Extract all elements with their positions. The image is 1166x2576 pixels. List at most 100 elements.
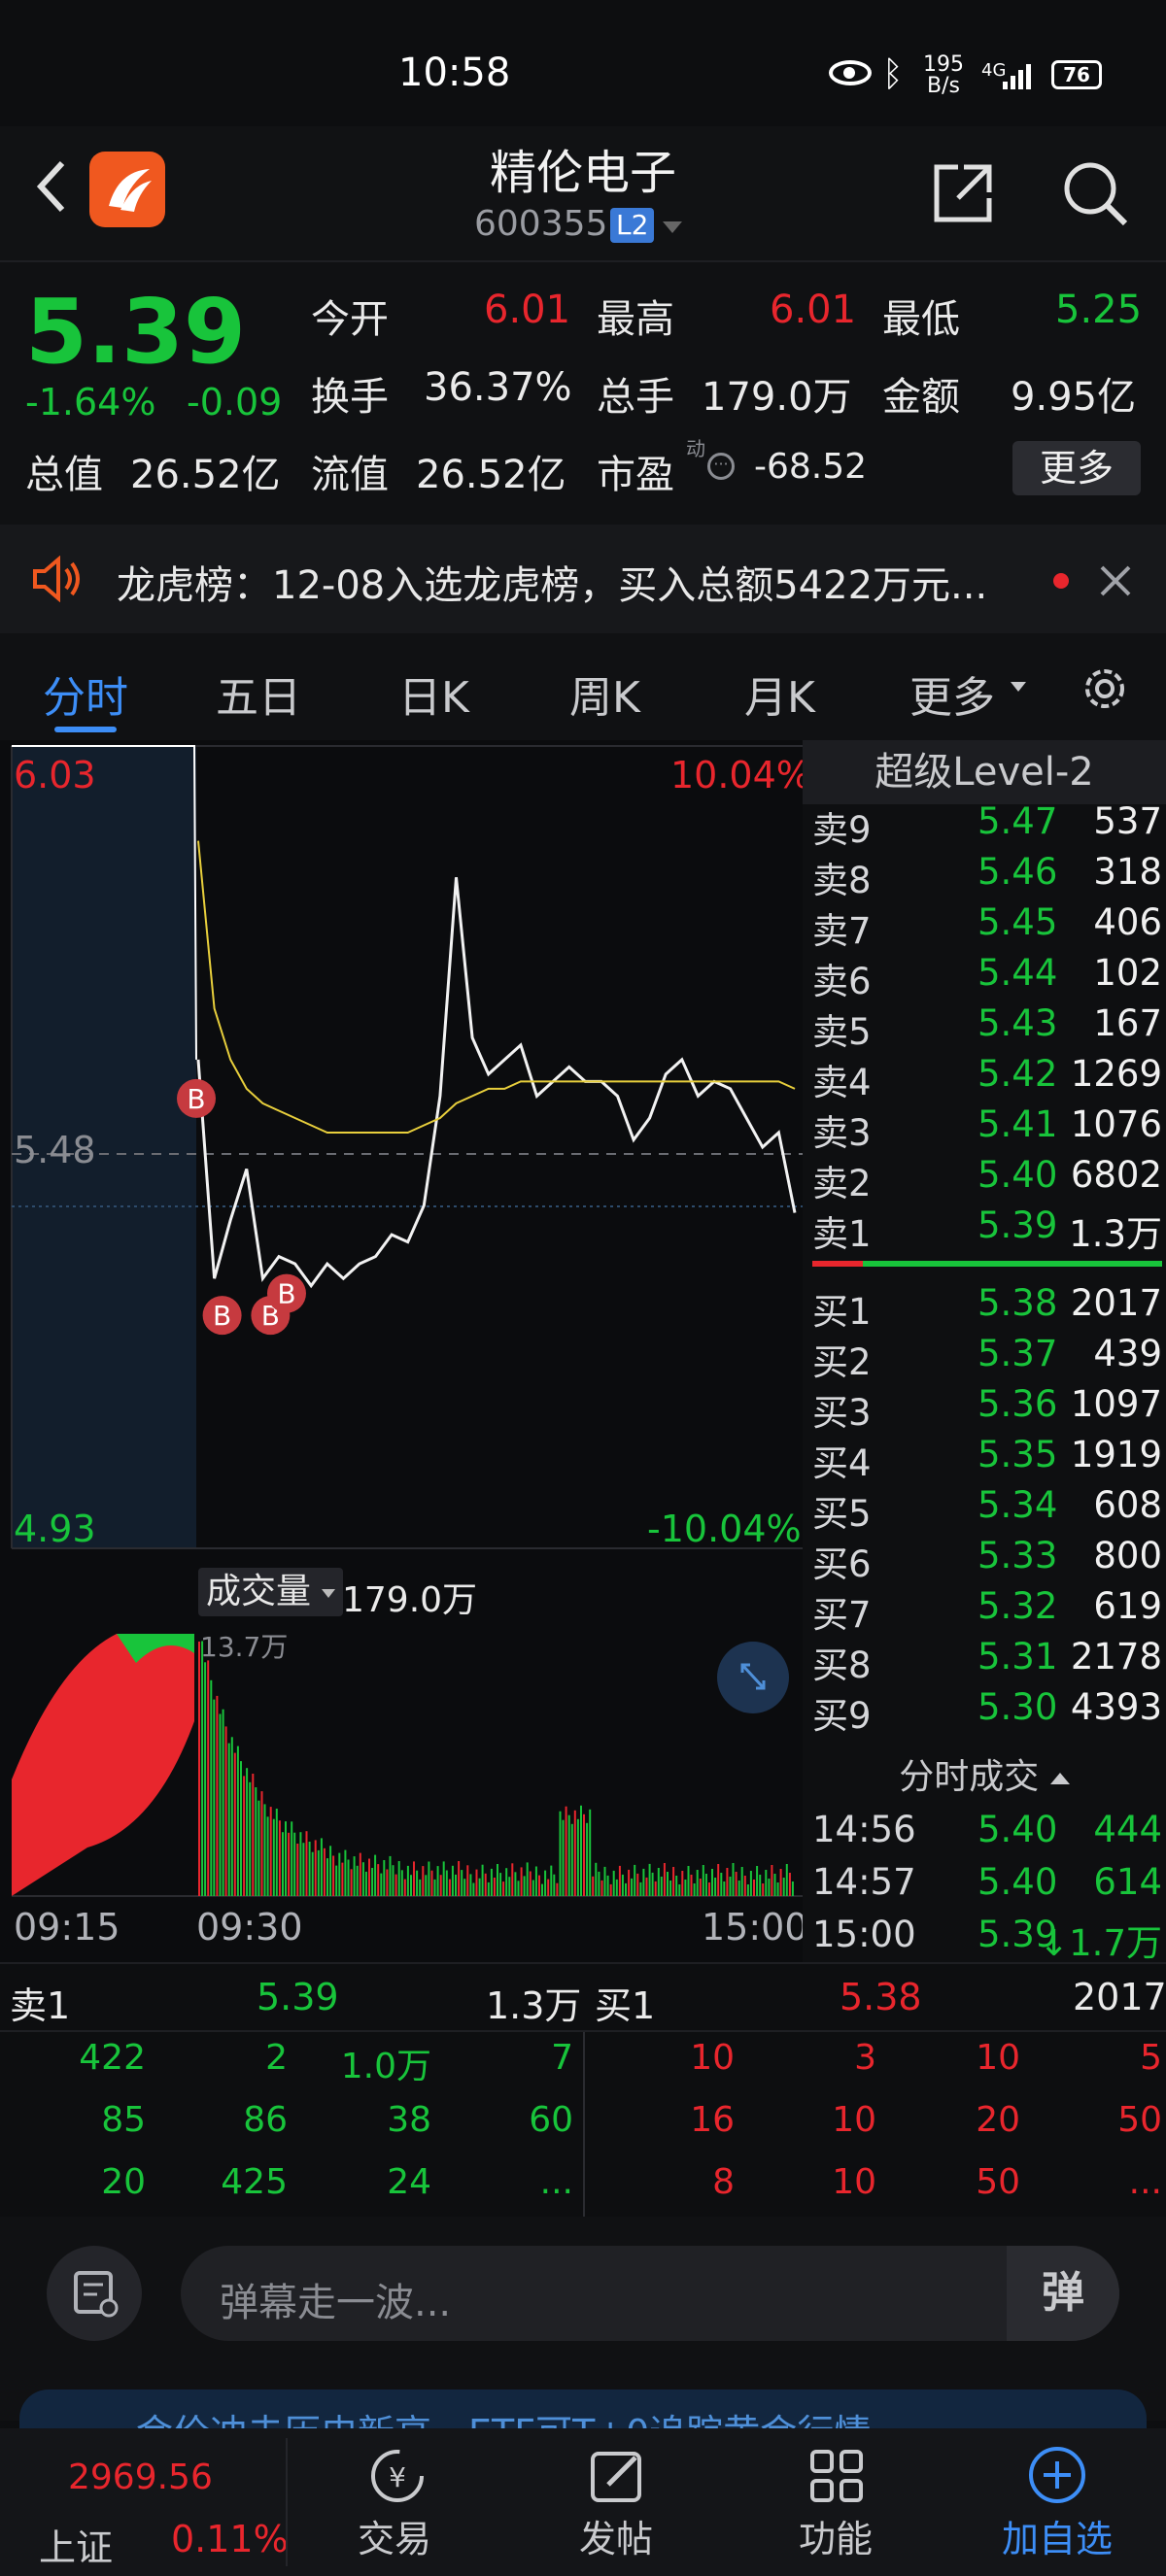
- nav-post[interactable]: 发帖: [519, 2428, 713, 2576]
- order-book-row[interactable]: 卖4 5.42 1269: [812, 1053, 1162, 1103]
- volume-bar: [740, 1867, 743, 1896]
- order-book-row[interactable]: 卖8 5.46 318: [812, 851, 1162, 901]
- order-book-row[interactable]: 卖9 5.47 537: [812, 800, 1162, 851]
- expand-icon[interactable]: [717, 1642, 789, 1713]
- more-button[interactable]: 更多: [1012, 441, 1141, 495]
- tab-five-day[interactable]: 五日: [216, 662, 301, 725]
- queue-divider: [583, 2032, 585, 2217]
- order-book-row[interactable]: 买7 5.32 619: [812, 1585, 1162, 1636]
- order-price: 5.40: [977, 1154, 1058, 1196]
- volume-bar: [329, 1846, 332, 1896]
- volume-bar: [556, 1882, 559, 1896]
- intraday-chart[interactable]: BBBB 6.03 10.04% 5.48 4.93 -10.04% 成交量 1…: [0, 740, 811, 1964]
- volume-bar: [634, 1864, 636, 1896]
- order-book-row[interactable]: 卖5 5.43 167: [812, 1002, 1162, 1053]
- close-icon[interactable]: [1098, 563, 1133, 598]
- order-book-row[interactable]: 买8 5.31 2178: [812, 1636, 1162, 1686]
- order-price: 5.47: [977, 800, 1058, 842]
- volume-bar: [737, 1881, 740, 1896]
- volume-bar: [631, 1878, 634, 1896]
- amount-label: 金额: [882, 375, 960, 420]
- order-book-row[interactable]: 卖7 5.45 406: [812, 901, 1162, 952]
- queue-cell: 422: [79, 2038, 146, 2078]
- info-icon[interactable]: ···: [707, 453, 735, 480]
- volume-bar: [609, 1883, 612, 1896]
- volume-bar: [669, 1881, 672, 1896]
- gear-icon[interactable]: [1077, 661, 1133, 717]
- volume-total: 179.0万: [342, 1580, 478, 1620]
- volume-bar: [278, 1820, 281, 1896]
- nav-add-watchlist[interactable]: 加自选: [960, 2428, 1154, 2576]
- index-pct: 0.11%: [171, 2518, 289, 2560]
- auction-volume-area: [12, 1634, 194, 1896]
- buy-marker[interactable]: B: [266, 1273, 306, 1313]
- volume-bar: [639, 1881, 642, 1896]
- volume-bar: [288, 1832, 291, 1896]
- order-book-row[interactable]: 卖3 5.41 1076: [812, 1103, 1162, 1154]
- volume-bar: [704, 1874, 707, 1896]
- price-chart-svg[interactable]: BB BB: [0, 740, 803, 1556]
- volume-bar: [448, 1879, 451, 1896]
- volume-bar: [759, 1875, 762, 1896]
- volume-bar: [445, 1870, 448, 1896]
- index-ticker[interactable]: 2969.56 上证 0.11%: [39, 2428, 289, 2576]
- order-book-row[interactable]: 买4 5.35 1919: [812, 1434, 1162, 1484]
- volume-bar: [675, 1876, 678, 1896]
- notice-bar[interactable]: 龙虎榜：12-08入选龙虎榜，买入总额5422万元...: [0, 525, 1166, 633]
- buy-marker[interactable]: B: [177, 1078, 216, 1118]
- volume-bar: [708, 1882, 710, 1896]
- caret-down-icon[interactable]: [1011, 682, 1026, 692]
- chevron-down-icon[interactable]: [663, 221, 682, 233]
- order-book-row[interactable]: 卖1 5.39 1.3万: [812, 1204, 1162, 1255]
- volume-bar: [791, 1881, 794, 1896]
- share-icon[interactable]: [929, 159, 997, 227]
- danmu-toggle[interactable]: 弹: [1007, 2246, 1119, 2341]
- volume-bar: [272, 1818, 275, 1896]
- search-icon[interactable]: [1059, 157, 1131, 229]
- trade-row: 14:57 5.40 614: [812, 1861, 1162, 1910]
- level-badge[interactable]: L2: [610, 208, 655, 243]
- volume-chart-svg[interactable]: [0, 1624, 803, 1906]
- tab-intraday[interactable]: 分时: [43, 662, 128, 725]
- nav-trade[interactable]: ¥ 交易: [297, 2428, 492, 2576]
- queue-cell: 20: [101, 2162, 146, 2202]
- volume-bar: [684, 1880, 687, 1896]
- nav-functions[interactable]: 功能: [738, 2428, 933, 2576]
- order-book-row[interactable]: 买5 5.34 608: [812, 1484, 1162, 1535]
- volume-selector[interactable]: 成交量: [198, 1568, 344, 1616]
- volume-bar: [529, 1871, 532, 1896]
- volume-bar: [227, 1743, 230, 1896]
- volume-bar: [323, 1847, 326, 1896]
- comment-settings-icon[interactable]: [47, 2246, 142, 2341]
- x-label-start: 09:15: [14, 1906, 120, 1949]
- queue-cell: 85: [101, 2100, 146, 2140]
- trade-price: 5.40: [977, 1809, 1058, 1850]
- order-book-row[interactable]: 卖2 5.40 6802: [812, 1154, 1162, 1204]
- tab-monthly-k[interactable]: 月K: [744, 662, 815, 725]
- volume-bar: [383, 1860, 386, 1896]
- order-book-row[interactable]: 买2 5.37 439: [812, 1333, 1162, 1383]
- tab-more[interactable]: 更多: [909, 662, 995, 725]
- tab-daily-k[interactable]: 日K: [398, 662, 469, 725]
- order-book-row[interactable]: 买3 5.36 1097: [812, 1383, 1162, 1434]
- order-book-row[interactable]: 买9 5.30 4393: [812, 1686, 1162, 1737]
- danmu-input[interactable]: 弹幕走一波... 弹: [181, 2246, 1119, 2341]
- buy-marker[interactable]: B: [202, 1296, 242, 1336]
- chart-tabs: 分时 五日 日K 周K 月K 更多: [0, 633, 1166, 740]
- tab-weekly-k[interactable]: 周K: [569, 662, 640, 725]
- level2-title[interactable]: 超级Level-2: [803, 740, 1166, 804]
- volume-bar: [788, 1873, 791, 1896]
- volume-bar: [714, 1878, 717, 1896]
- volume-bar: [559, 1811, 562, 1896]
- order-book-row[interactable]: 买6 5.33 800: [812, 1535, 1162, 1585]
- order-volume: 1269: [1070, 1053, 1162, 1095]
- order-price: 5.42: [977, 1053, 1058, 1095]
- order-book-row[interactable]: 买1 5.38 2017: [812, 1282, 1162, 1333]
- order-level-label: 卖6: [812, 961, 872, 1002]
- volume-bar: [654, 1881, 657, 1896]
- volume-bar: [332, 1855, 335, 1896]
- trades-title[interactable]: 分时成交: [803, 1748, 1166, 1799]
- mktcap-value: 26.52亿: [130, 453, 281, 497]
- order-volume: 537: [1093, 800, 1162, 842]
- order-book-row[interactable]: 卖6 5.44 102: [812, 952, 1162, 1002]
